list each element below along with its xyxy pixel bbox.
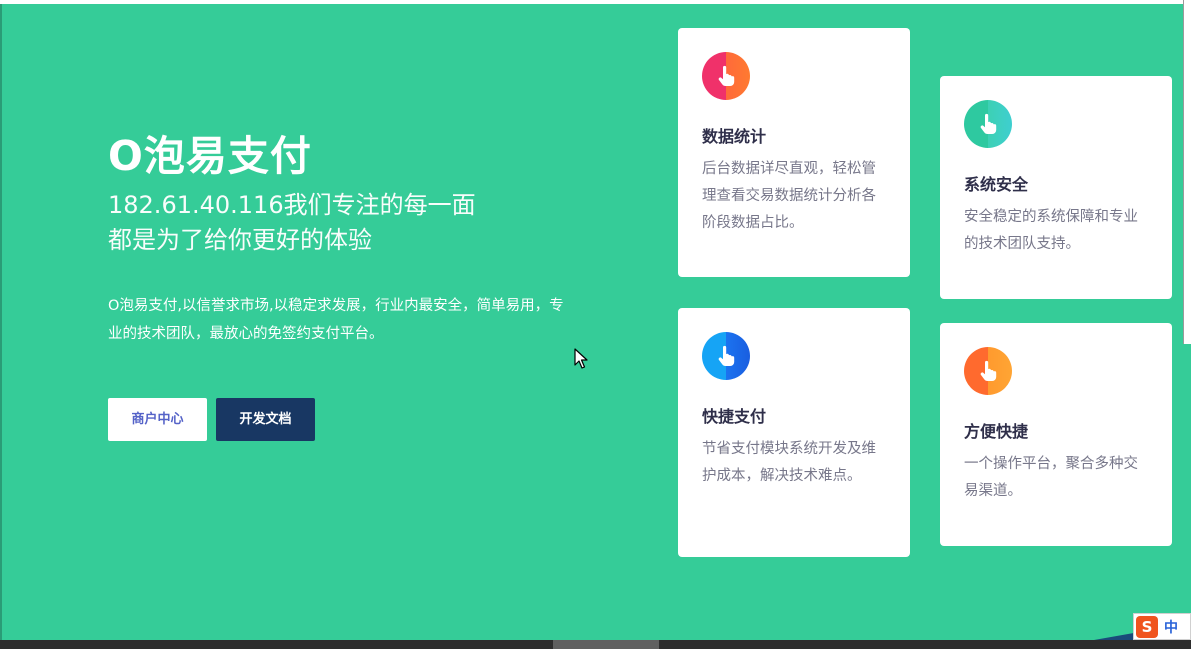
feature-card-convenience: 方便快捷 一个操作平台，聚合多种交易渠道。: [940, 323, 1172, 546]
hero-subtitle: 182.61.40.116我们专注的每一面 都是为了给你更好的体验: [108, 188, 628, 258]
feature-card-data-stats: 数据统计 后台数据详尽直观，轻松管理查看交易数据统计分析各阶段数据占比。: [678, 28, 910, 277]
hero-title: O泡易支付: [108, 132, 312, 180]
landing-page: O泡易支付 182.61.40.116我们专注的每一面 都是为了给你更好的体验 …: [0, 0, 1191, 649]
ime-mode-label: 中: [1164, 619, 1178, 636]
card-text: 一个操作平台，聚合多种交易渠道。: [964, 456, 1138, 499]
card-title: 数据统计: [702, 127, 767, 146]
hand-pointer-icon: [964, 347, 1012, 395]
window-edge: [0, 4, 2, 649]
mouse-cursor-icon: [574, 348, 588, 369]
scrollbar-thumb[interactable]: [553, 640, 659, 649]
overlapping-window-edge: [1183, 0, 1191, 344]
hero-subtitle-line1: 182.61.40.116我们专注的每一面: [108, 191, 476, 219]
hand-pointer-icon: [702, 332, 750, 380]
card-title: 方便快捷: [964, 422, 1029, 441]
hand-pointer-icon: [702, 52, 750, 100]
hero-section: O泡易支付 182.61.40.116我们专注的每一面 都是为了给你更好的体验 …: [108, 128, 628, 348]
dev-docs-button[interactable]: 开发文档: [216, 398, 315, 441]
hero-description: O泡易支付,以信誉求市场,以稳定求发展，行业内最安全，简单易用，专业的技术团队，…: [108, 298, 564, 342]
card-text: 后台数据详尽直观，轻松管理查看交易数据统计分析各阶段数据占比。: [702, 161, 876, 231]
ime-indicator[interactable]: S 中: [1133, 613, 1191, 640]
feature-card-security: 系统安全 安全稳定的系统保障和专业的技术团队支持。: [940, 76, 1172, 299]
card-title: 快捷支付: [702, 407, 767, 426]
sogou-ime-icon: S: [1136, 615, 1158, 638]
card-title: 系统安全: [964, 175, 1029, 194]
card-text: 节省支付模块系统开发及维护成本，解决技术难点。: [702, 441, 876, 484]
hero-subtitle-line2: 都是为了给你更好的体验: [108, 226, 372, 254]
card-text: 安全稳定的系统保障和专业的技术团队支持。: [964, 209, 1138, 252]
hand-pointer-icon: [964, 100, 1012, 148]
hero-buttons: 商户中心 开发文档: [108, 398, 315, 441]
merchant-center-button[interactable]: 商户中心: [108, 398, 207, 441]
feature-card-quick-pay: 快捷支付 节省支付模块系统开发及维护成本，解决技术难点。: [678, 308, 910, 557]
